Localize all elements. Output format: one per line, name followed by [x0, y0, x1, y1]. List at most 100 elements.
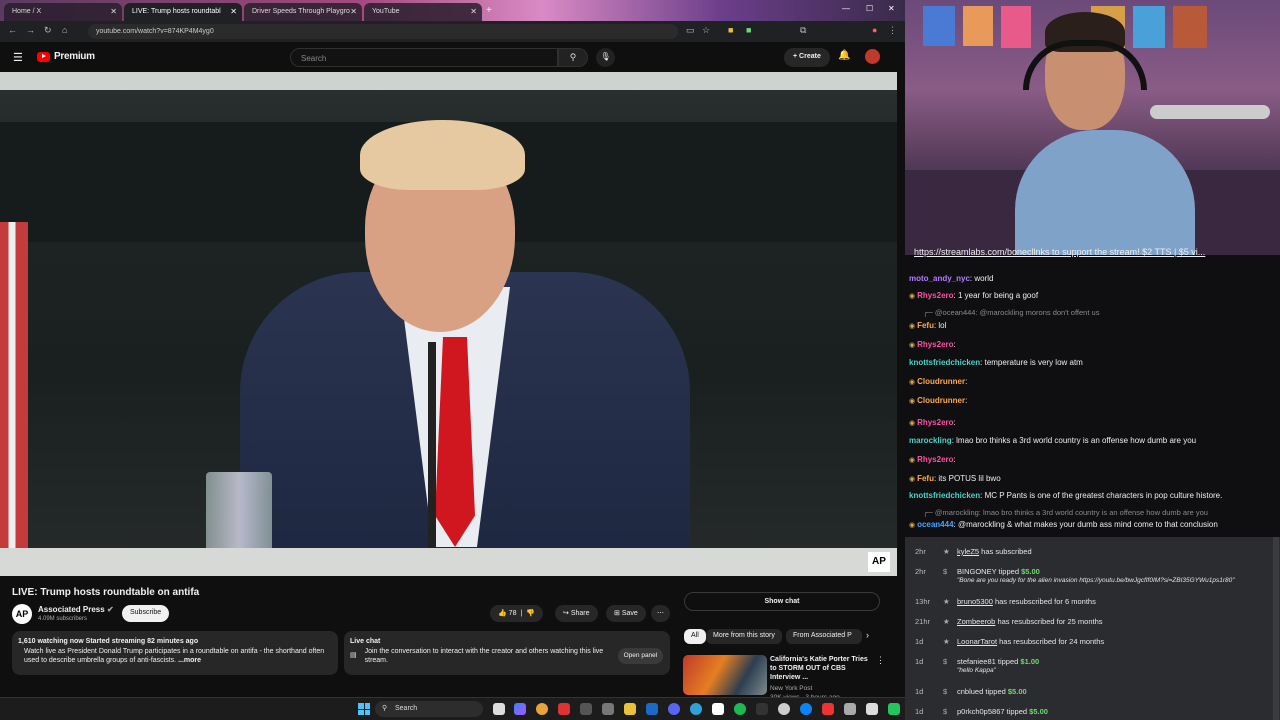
show-more-link[interactable]: ...more	[178, 657, 201, 664]
chevron-right-icon[interactable]: ›	[866, 630, 869, 640]
app-icon[interactable]	[800, 703, 812, 715]
menu-dots-icon[interactable]: ⋮	[888, 25, 897, 36]
event-username[interactable]: stefaniee81	[957, 657, 996, 666]
app-icon[interactable]	[602, 703, 614, 715]
tab-home-x[interactable]: Home / X ✕	[4, 3, 122, 21]
back-icon[interactable]: ←	[8, 25, 17, 35]
tab-driver-speeds[interactable]: Driver Speeds Through Playgro ✕	[244, 3, 362, 21]
app-icon[interactable]	[822, 703, 834, 715]
chat-username[interactable]: knottsfriedchicken	[909, 358, 980, 367]
show-chat-button[interactable]: Show chat	[684, 592, 880, 611]
close-icon[interactable]: ✕	[230, 7, 237, 16]
event-username[interactable]: Zombeerob	[957, 617, 995, 626]
chip-all[interactable]: All	[684, 629, 706, 644]
bookmark-star-icon[interactable]: ☆	[702, 25, 710, 36]
chat-username[interactable]: Fefu	[917, 321, 934, 330]
close-icon[interactable]: ✕	[110, 7, 117, 16]
copilot-icon[interactable]	[514, 703, 526, 715]
open-panel-button[interactable]: Open panel	[617, 648, 664, 664]
chat-username[interactable]: ocean444	[917, 520, 953, 529]
reload-icon[interactable]: ↻	[44, 25, 52, 36]
save-button[interactable]: ⊞ Save	[606, 605, 646, 622]
event-username[interactable]: LoonarTarot	[957, 637, 997, 646]
chat-username[interactable]: Rhys2ero	[917, 291, 953, 300]
event-username[interactable]: kyleZ5	[957, 547, 979, 556]
event-username[interactable]: p0rkch0p5867	[957, 707, 1005, 716]
app-icon[interactable]	[866, 703, 878, 715]
chip-more-from-story[interactable]: More from this story	[706, 629, 782, 644]
forward-icon[interactable]: →	[26, 25, 35, 35]
extensions-puzzle-icon[interactable]: ⧉	[800, 25, 806, 36]
task-view-icon[interactable]	[493, 703, 505, 715]
chrome-icon[interactable]	[536, 703, 548, 715]
close-icon[interactable]: ✕	[470, 7, 477, 16]
voice-search-button[interactable]: 🎙	[596, 48, 615, 67]
new-tab-icon[interactable]: +	[486, 5, 492, 16]
profile-icon[interactable]: ●	[872, 25, 877, 35]
chat-badge-icon: ◉	[909, 398, 918, 405]
url-field[interactable]: youtube.com/watch?v=874KP4M4yg0	[88, 24, 678, 39]
tip-amount: $5.00	[1021, 567, 1040, 576]
share-button[interactable]: ↪ Share	[555, 605, 598, 622]
app-icon[interactable]	[558, 703, 570, 715]
more-actions-button[interactable]: ⋯	[651, 605, 670, 622]
chat-username[interactable]: marockling	[909, 436, 952, 445]
app-icon[interactable]	[888, 703, 900, 715]
taskbar-search[interactable]: ⚲ Search	[375, 701, 483, 717]
file-explorer-icon[interactable]	[624, 703, 636, 715]
create-button[interactable]: + Create	[784, 48, 830, 67]
like-count: 78	[508, 610, 517, 617]
youtube-logo[interactable]: Premium	[37, 51, 95, 62]
extension-icon[interactable]: ■	[746, 25, 751, 35]
tab-youtube[interactable]: YouTube ✕	[364, 3, 482, 21]
event-username[interactable]: bruno5300	[957, 597, 993, 606]
app-icon[interactable]	[712, 703, 724, 715]
app-icon[interactable]	[668, 703, 680, 715]
close-icon[interactable]: ✕	[350, 7, 357, 16]
chat-username[interactable]: Rhys2ero	[917, 455, 953, 464]
avatar[interactable]	[865, 49, 880, 64]
maximize-icon[interactable]: ☐	[866, 4, 873, 13]
tab-live-trump[interactable]: LIVE: Trump hosts roundtabl ✕	[124, 3, 242, 21]
app-icon[interactable]	[844, 703, 856, 715]
recommendation-menu-icon[interactable]: ⋮	[876, 655, 885, 666]
app-icon[interactable]	[756, 703, 768, 715]
app-icon[interactable]	[778, 703, 790, 715]
app-icon[interactable]	[580, 703, 592, 715]
chat-username[interactable]: Rhys2ero	[917, 418, 953, 427]
notifications-bell-icon[interactable]: 🔔	[838, 50, 850, 61]
extension-icon[interactable]: ■	[728, 25, 733, 35]
chat-username[interactable]: Fefu	[917, 474, 934, 483]
chat-username[interactable]: Cloudrunner	[917, 377, 965, 386]
description-box[interactable]: 1,610 watching now Started streaming 82 …	[12, 631, 338, 675]
event-username[interactable]: cnblued	[957, 687, 983, 696]
close-window-icon[interactable]: ✕	[888, 4, 895, 13]
search-button[interactable]: ⚲	[558, 48, 588, 67]
windows-start-icon[interactable]	[358, 703, 370, 715]
channel-watermark: AP	[868, 552, 890, 572]
channel-name[interactable]: Associated Press ✔	[38, 605, 114, 614]
chat-username[interactable]: knottsfriedchicken	[909, 491, 980, 500]
steam-icon[interactable]	[646, 703, 658, 715]
like-button[interactable]: 👍 78 | 👎	[490, 605, 543, 622]
chat-username[interactable]: Rhys2ero	[917, 340, 953, 349]
event-action: tipped	[983, 687, 1008, 696]
chat-username[interactable]: moto_andy_nyc	[909, 274, 970, 283]
event-username[interactable]: BINGONEY	[957, 567, 996, 576]
video-player[interactable]	[0, 72, 897, 576]
recommendation-thumbnail[interactable]	[683, 655, 767, 695]
chat-banner-text[interactable]: https://streamlabs.com/bonecllnks to sup…	[914, 247, 1205, 257]
app-icon[interactable]	[690, 703, 702, 715]
chat-username[interactable]: Cloudrunner	[917, 396, 965, 405]
minimize-icon[interactable]: —	[842, 4, 850, 13]
spotify-icon[interactable]	[734, 703, 746, 715]
chip-from-associated-press[interactable]: From Associated P	[786, 629, 862, 644]
events-scrollbar[interactable]	[1273, 537, 1279, 720]
home-icon[interactable]: ⌂	[62, 25, 67, 35]
hamburger-menu-icon[interactable]: ☰	[13, 51, 23, 64]
search-input[interactable]: Search	[290, 48, 558, 67]
recommendation-item[interactable]: California's Katie Porter Tries to STORM…	[770, 655, 874, 702]
cast-icon[interactable]: ▭	[686, 25, 695, 36]
channel-avatar[interactable]: AP	[12, 604, 32, 624]
subscribe-button[interactable]: Subscribe	[122, 605, 170, 622]
